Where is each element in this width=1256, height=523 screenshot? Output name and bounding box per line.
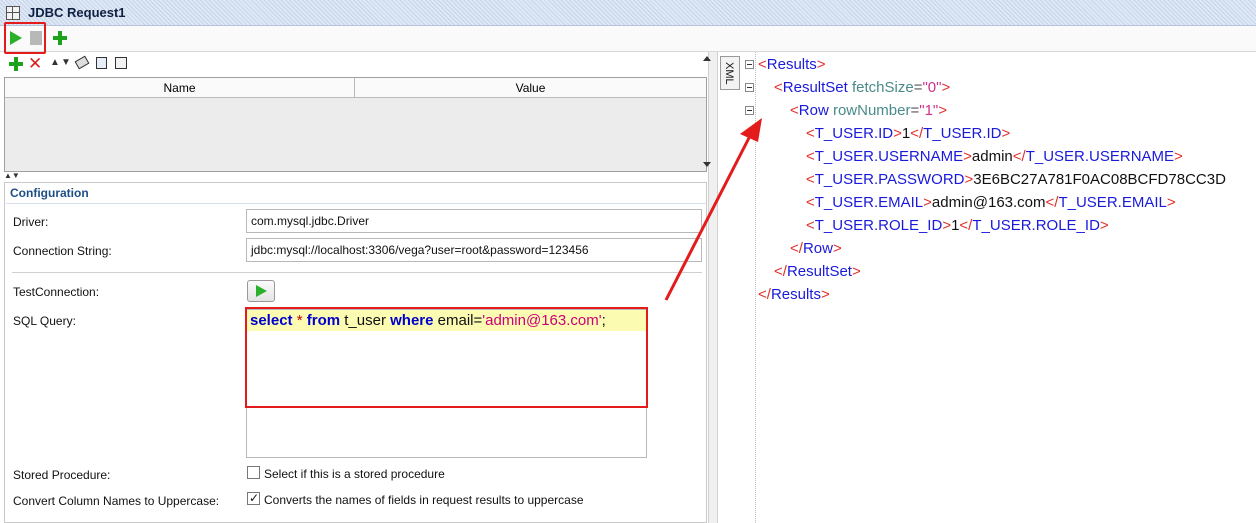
xml-field-line: <T_USER.PASSWORD>3E6BC27A781F0AC08BCFD78…	[806, 171, 1226, 188]
copy-icon[interactable]	[96, 57, 107, 69]
xml-viewer[interactable]: <Results> <ResultSet fetchSize="0"> <Row…	[757, 54, 1256, 523]
connection-string-input[interactable]: jdbc:mysql://localhost:3306/vega?user=ro…	[246, 238, 702, 262]
fold-icon[interactable]	[745, 60, 754, 69]
uppercase-label: Convert Column Names to Uppercase:	[13, 494, 220, 508]
delete-icon[interactable]: ✕	[28, 55, 42, 72]
xml-field-line: <T_USER.ID>1</T_USER.ID>	[806, 125, 1011, 142]
xml-field-line: <T_USER.USERNAME>admin</T_USER.USERNAME>	[806, 148, 1183, 165]
fold-icon[interactable]	[745, 83, 754, 92]
connection-string-label: Connection String:	[13, 244, 112, 258]
move-down-icon[interactable]: ▼	[61, 57, 71, 68]
sql-highlight-box	[245, 307, 648, 408]
move-up-icon[interactable]: ▲	[50, 57, 60, 68]
add-param-icon[interactable]	[9, 57, 23, 71]
main-toolbar	[0, 26, 1256, 52]
grid-icon	[6, 6, 20, 20]
xml-line: </Row>	[790, 240, 842, 257]
column-header-name[interactable]: Name	[5, 78, 355, 98]
xml-tab-label: XML	[723, 62, 735, 85]
xml-line: </Results>	[758, 286, 830, 303]
driver-input[interactable]: com.mysql.jdbc.Driver	[246, 209, 702, 233]
divider	[6, 203, 706, 204]
run-controls-highlight	[4, 22, 46, 54]
collapse-toggle-icon[interactable]: ▲▼	[4, 171, 20, 180]
add-icon[interactable]	[53, 31, 67, 45]
title-bar	[0, 0, 1256, 26]
stored-procedure-checkbox[interactable]	[247, 466, 260, 479]
eraser-icon[interactable]	[74, 55, 90, 70]
xml-line: <Row rowNumber="1">	[790, 102, 948, 119]
xml-line: </ResultSet>	[774, 263, 861, 280]
divider	[12, 272, 702, 273]
scroll-down-icon[interactable]	[703, 162, 711, 167]
uppercase-text: Converts the names of fields in request …	[264, 493, 584, 507]
configuration-title: Configuration	[10, 186, 89, 200]
stored-procedure-text: Select if this is a stored procedure	[264, 467, 445, 481]
check-icon: ✓	[249, 491, 260, 505]
fold-gutter	[742, 52, 756, 523]
xml-field-line: <T_USER.ROLE_ID>1</T_USER.ROLE_ID>	[806, 217, 1109, 234]
test-connection-label: TestConnection:	[13, 285, 100, 299]
paste-icon[interactable]	[115, 57, 127, 69]
fold-icon[interactable]	[745, 106, 754, 115]
stored-procedure-label: Stored Procedure:	[13, 468, 111, 482]
driver-label: Driver:	[13, 215, 49, 229]
sql-query-label: SQL Query:	[13, 314, 76, 328]
run-icon	[256, 285, 267, 297]
xml-line: <ResultSet fetchSize="0">	[774, 79, 951, 96]
scroll-up-icon[interactable]	[703, 56, 711, 61]
pane-splitter[interactable]	[708, 52, 718, 523]
xml-field-line: <T_USER.EMAIL>admin@163.com</T_USER.EMAI…	[806, 194, 1176, 211]
column-header-value[interactable]: Value	[355, 78, 706, 98]
xml-line: <Results>	[758, 56, 826, 73]
window-title: JDBC Request1	[28, 5, 126, 20]
